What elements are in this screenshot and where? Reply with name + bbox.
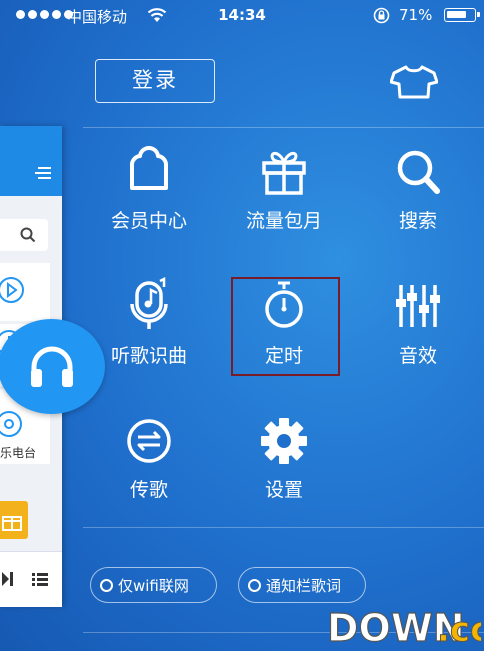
headphone-button[interactable]	[0, 319, 105, 414]
menu-item-data-plan[interactable]: 流量包月	[219, 138, 349, 233]
playlist-icon[interactable]	[32, 573, 48, 586]
play-circle-icon	[0, 277, 24, 303]
peek-row[interactable]	[0, 263, 50, 321]
battery-percent: 71%	[399, 6, 433, 24]
menu-item-sound-effects[interactable]: 音效	[353, 273, 483, 368]
menu-item-search[interactable]: 搜索	[353, 138, 483, 233]
search-icon	[397, 150, 440, 194]
highlight-box	[231, 277, 340, 376]
gift-icon	[0, 501, 28, 539]
toggle-label: 仅wifi联网	[118, 576, 189, 595]
next-track-icon[interactable]	[2, 572, 14, 586]
divider	[83, 527, 484, 528]
menu-item-label: 搜索	[398, 210, 437, 232]
menu-item-label: 流量包月	[245, 210, 322, 232]
menu-item-label: 会员中心	[110, 210, 187, 232]
equalizer-icon	[396, 285, 440, 327]
battery-icon	[444, 8, 480, 22]
menu-item-label: 音效	[398, 345, 437, 367]
search-icon	[20, 227, 36, 243]
gift-icon	[262, 151, 306, 195]
transfer-icon	[127, 419, 171, 463]
menu-item-label: 传歌	[129, 479, 168, 501]
radio-circle-icon	[100, 578, 113, 592]
mini-player[interactable]	[0, 551, 62, 607]
menu-item-transfer[interactable]: 传歌	[84, 407, 214, 502]
radio-icon	[0, 411, 22, 437]
menu-item-label: 设置	[264, 479, 303, 501]
shirt-icon[interactable]	[390, 65, 438, 99]
crown-icon	[129, 145, 169, 190]
menu-lines-icon	[35, 167, 51, 179]
radio-circle-icon	[248, 578, 261, 592]
svg-text:.cc: .cc	[437, 610, 481, 647]
divider	[83, 127, 484, 128]
notification-lyrics-toggle[interactable]: 通知栏歌词	[238, 567, 366, 603]
peek-header	[0, 126, 62, 196]
status-bar: 中国移动 14:34 71%	[0, 0, 484, 32]
menu-item-vip[interactable]: 会员中心	[84, 138, 214, 233]
headphone-icon	[31, 346, 73, 387]
toggle-label: 通知栏歌词	[266, 576, 342, 595]
gear-icon	[261, 418, 307, 464]
peek-search-bar[interactable]	[0, 219, 48, 251]
login-button[interactable]: 登录	[95, 59, 215, 103]
menu-item-song-recognition[interactable]: 听歌识曲	[84, 273, 214, 368]
peek-label: 乐电台	[0, 446, 37, 460]
rotation-lock-icon	[373, 7, 390, 24]
menu-item-settings[interactable]: 设置	[219, 407, 349, 502]
wifi-only-toggle[interactable]: 仅wifi联网	[90, 567, 217, 603]
watermark-logo: DOWN .cc	[325, 603, 484, 650]
music-mic-icon	[130, 277, 168, 329]
